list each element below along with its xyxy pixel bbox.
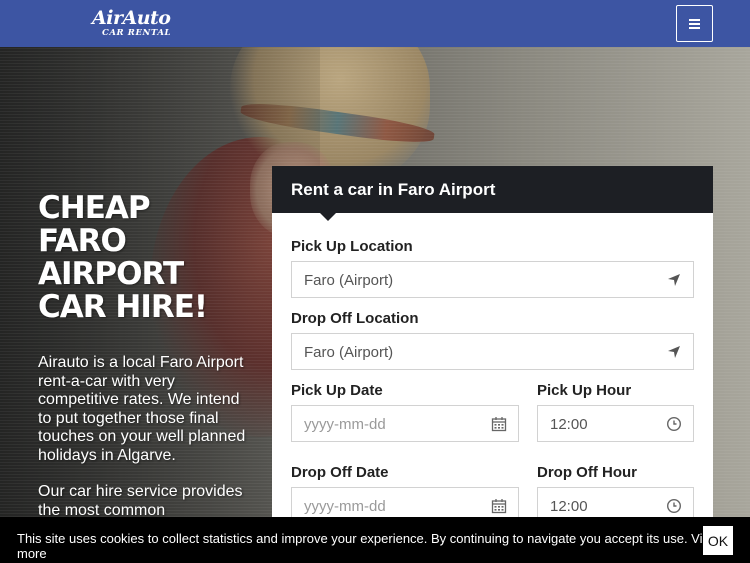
- dropoff-hour-label: Drop Off Hour: [537, 464, 637, 481]
- menu-toggle-button[interactable]: [676, 5, 713, 42]
- pickup-hour-field[interactable]: 12:00: [537, 405, 694, 442]
- booking-form-panel: Rent a car in Faro Airport Pick Up Locat…: [272, 166, 713, 526]
- headline-line: CHEAP: [38, 190, 151, 226]
- booking-form-title: Rent a car in Faro Airport: [291, 180, 496, 199]
- headline-line: AIRPORT: [38, 256, 184, 292]
- pickup-date-field[interactable]: yyyy-mm-dd: [291, 405, 519, 442]
- pickup-date-label: Pick Up Date: [291, 382, 383, 399]
- calendar-icon[interactable]: [491, 416, 507, 432]
- hamburger-menu-icon: [689, 18, 700, 29]
- dropoff-location-value: Faro (Airport): [304, 344, 394, 361]
- dropoff-location-field[interactable]: Faro (Airport): [291, 333, 694, 370]
- clock-icon[interactable]: [666, 416, 682, 432]
- cookie-ok-button[interactable]: OK: [703, 526, 733, 555]
- cookie-message: This site uses cookies to collect statis…: [17, 531, 720, 561]
- calendar-icon[interactable]: [491, 498, 507, 514]
- dropoff-location-label: Drop Off Location: [291, 310, 419, 327]
- headline-line: FARO: [38, 223, 127, 259]
- pickup-location-label: Pick Up Location: [291, 238, 413, 255]
- pickup-location-value: Faro (Airport): [304, 272, 394, 289]
- intro-paragraph: Airauto is a local Faro Airport rent-a-c…: [38, 354, 246, 464]
- pickup-hour-value: 12:00: [550, 416, 588, 433]
- pickup-date-placeholder: yyyy-mm-dd: [304, 416, 386, 433]
- hero-headline: CHEAP FARO AIRPORT CAR HIRE!: [38, 192, 258, 324]
- logo-subtitle: CAR RENTAL: [102, 28, 172, 38]
- site-logo[interactable]: AirAuto CAR RENTAL: [92, 8, 171, 38]
- booking-form-header: Rent a car in Faro Airport: [272, 166, 713, 221]
- logo-brand: AirAuto: [92, 7, 171, 29]
- intro-paragraph: Our car hire service provides the most c…: [38, 483, 243, 519]
- location-arrow-icon[interactable]: [666, 272, 682, 288]
- pickup-location-field[interactable]: Faro (Airport): [291, 261, 694, 298]
- dropoff-date-label: Drop Off Date: [291, 464, 389, 481]
- cookie-consent-bar: This site uses cookies to collect statis…: [0, 517, 750, 563]
- pickup-hour-label: Pick Up Hour: [537, 382, 632, 399]
- hero-intro: Airauto is a local Faro Airport rent-a-c…: [38, 354, 253, 520]
- location-arrow-icon[interactable]: [666, 344, 682, 360]
- clock-icon[interactable]: [666, 498, 682, 514]
- dropoff-date-placeholder: yyyy-mm-dd: [304, 498, 386, 515]
- headline-line: CAR HIRE!: [38, 289, 208, 325]
- top-navbar: AirAuto CAR RENTAL: [0, 0, 750, 47]
- dropoff-hour-value: 12:00: [550, 498, 588, 515]
